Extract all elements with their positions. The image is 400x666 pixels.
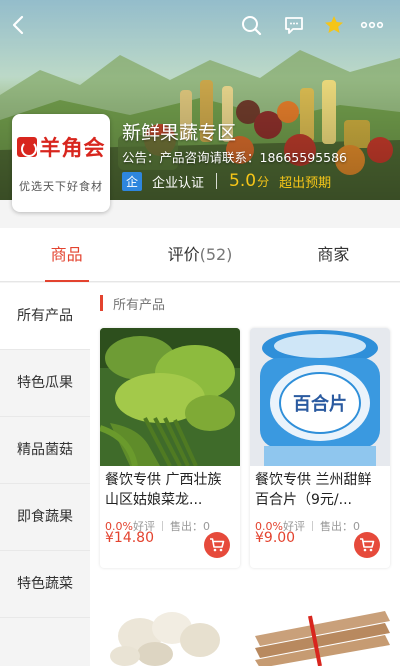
cart-icon — [210, 538, 225, 552]
score-note: 超出预期 — [279, 175, 332, 191]
product-card[interactable] — [250, 606, 390, 666]
meta-divider — [216, 173, 218, 189]
sidebar-item-special-fruits[interactable]: 特色瓜果 — [0, 350, 90, 417]
sold-label: 售出： — [169, 520, 203, 533]
tab-goods[interactable]: 商品 — [0, 228, 133, 282]
product-card[interactable]: 百合片 餐饮专供 兰州甜鲜百合片（9元/... 0.0% 好评 售出： 0 ¥9… — [250, 328, 390, 568]
category-header: 所有产品 — [100, 293, 165, 313]
logo-slogan: 优选天下好食材 — [19, 180, 103, 193]
top-bar — [0, 0, 400, 50]
score-unit: 分 — [257, 174, 270, 189]
more-icon[interactable] — [359, 12, 385, 38]
shop-meta: 企 企业认证 5.0 分 超出预期 — [122, 171, 331, 191]
logo-mark-icon — [16, 137, 37, 157]
add-to-cart-button[interactable] — [354, 532, 380, 558]
sidebar-item-special-vegetables[interactable]: 特色蔬菜 — [0, 551, 90, 618]
sidebar-item-ready-to-eat[interactable]: 即食蔬果 — [0, 484, 90, 551]
logo-wordmark: 羊角会 — [16, 132, 106, 162]
tab-bar: 商品 评价(52) 商家 — [0, 228, 400, 282]
tab-merchant-label: 商家 — [317, 245, 350, 264]
product-image — [100, 606, 240, 666]
tab-reviews-label: 评价 — [167, 245, 200, 264]
star-icon[interactable] — [321, 12, 347, 38]
back-icon[interactable] — [6, 12, 32, 38]
product-title: 餐饮专供 兰州甜鲜百合片（9元/... — [255, 472, 372, 508]
stats-divider — [311, 521, 313, 531]
sidebar-item-mushrooms[interactable]: 精品菌菇 — [0, 417, 90, 484]
sold-label: 售出： — [319, 520, 353, 533]
certification-badge: 企 — [122, 171, 142, 191]
product-list: 所有产品 餐饮专供 广西壮族山区姑娘菜龙... 0.0% 好评 售出： 0 ¥1… — [90, 283, 400, 666]
svg-text:百合片: 百合片 — [293, 393, 347, 415]
sold-count: 0 — [202, 519, 210, 533]
product-price: ¥9.00 — [255, 530, 296, 546]
category-title: 所有产品 — [113, 297, 166, 313]
shop-notice: 公告：产品咨询请联系：18665595586 — [122, 150, 347, 165]
tab-reviews-count: (52) — [199, 245, 233, 264]
tab-reviews[interactable]: 评价(52) — [133, 228, 266, 281]
tab-goods-label: 商品 — [50, 245, 83, 264]
product-price: ¥14.80 — [105, 530, 154, 546]
category-header-bar — [100, 295, 103, 311]
add-to-cart-button[interactable] — [204, 532, 230, 558]
shop-score: 5.0 — [229, 171, 257, 191]
logo-text: 羊角会 — [39, 136, 106, 160]
category-sidebar: 所有产品 特色瓜果 精品菌菇 即食蔬果 特色蔬菜 — [0, 283, 90, 666]
tab-merchant[interactable]: 商家 — [267, 228, 400, 281]
shop-name: 新鲜果蔬专区 — [122, 122, 237, 144]
sidebar-item-all-products[interactable]: 所有产品 — [0, 283, 90, 350]
product-card[interactable] — [100, 606, 240, 666]
product-image: 百合片 — [250, 328, 390, 466]
product-title: 餐饮专供 广西壮族山区姑娘菜龙... — [105, 472, 222, 508]
cart-icon — [360, 538, 375, 552]
product-image — [100, 328, 240, 466]
stats-divider — [161, 521, 163, 531]
product-card[interactable]: 餐饮专供 广西壮族山区姑娘菜龙... 0.0% 好评 售出： 0 ¥14.80 — [100, 328, 240, 568]
product-image — [250, 606, 390, 666]
sold-count: 0 — [352, 519, 360, 533]
shop-logo: 羊角会 优选天下好食材 — [12, 114, 110, 212]
search-icon[interactable] — [238, 12, 264, 38]
certification-label: 企业认证 — [152, 175, 205, 191]
message-icon[interactable] — [281, 12, 307, 38]
